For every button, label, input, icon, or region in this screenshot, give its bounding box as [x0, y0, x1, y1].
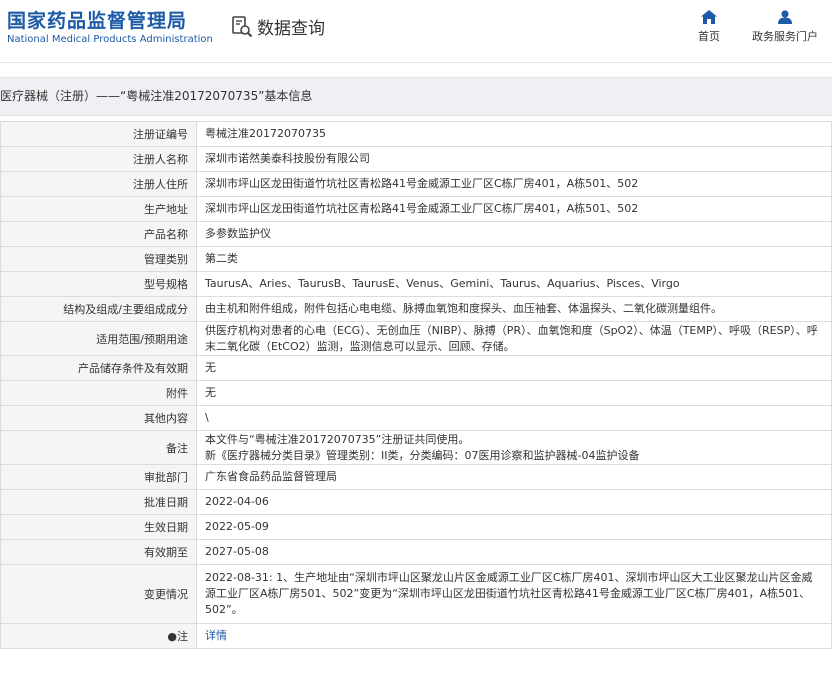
- row-label: 型号规格: [0, 271, 197, 297]
- row-label: 产品名称: [0, 221, 197, 247]
- row-label: 变更情况: [0, 564, 197, 624]
- table-row: 批准日期 2022-04-06: [0, 489, 832, 515]
- row-label: 生效日期: [0, 514, 197, 540]
- row-value: 本文件与“粤械注准20172070735”注册证共同使用。 新《医疗器械分类目录…: [196, 430, 832, 465]
- table-row: 注册证编号 粤械注准20172070735: [0, 121, 832, 147]
- table-row: ●注 详情: [0, 623, 832, 649]
- breadcrumb: 医疗器械（注册）——“粤械注准20172070735”基本信息: [0, 77, 832, 116]
- note-icon: ●: [167, 630, 177, 643]
- nav-service-label: 政务服务门户: [752, 30, 818, 43]
- nav-service-portal-link[interactable]: 政务服务门户: [750, 10, 820, 44]
- nav-home-label: 首页: [698, 30, 720, 43]
- data-query-area: 数据查询: [231, 14, 325, 39]
- row-value: 详情: [196, 623, 832, 649]
- row-value: TaurusA、Aries、TaurusB、TaurusE、Venus、Gemi…: [196, 271, 832, 297]
- row-label: 注册人住所: [0, 171, 197, 197]
- table-row: 其他内容 \: [0, 405, 832, 431]
- row-value: 多参数监护仪: [196, 221, 832, 247]
- row-value: \: [196, 405, 832, 431]
- table-row: 结构及组成/主要组成成分 由主机和附件组成，附件包括心电电缆、脉搏血氧饱和度探头…: [0, 296, 832, 322]
- row-value: 广东省食品药品监督管理局: [196, 464, 832, 490]
- table-row: 管理类别 第二类: [0, 246, 832, 272]
- table-row: 产品储存条件及有效期 无: [0, 355, 832, 381]
- row-value: 2022-08-31: 1、生产地址由“深圳市坪山区聚龙山片区金威源工业厂区C栋…: [196, 564, 832, 624]
- row-label: 注册证编号: [0, 121, 197, 147]
- details-link[interactable]: 详情: [205, 629, 227, 642]
- row-value: 深圳市坪山区龙田街道竹坑社区青松路41号金威源工业厂区C栋厂房401，A栋501…: [196, 196, 832, 222]
- row-value: 第二类: [196, 246, 832, 272]
- row-label: 产品储存条件及有效期: [0, 355, 197, 381]
- table-row: 产品名称 多参数监护仪: [0, 221, 832, 247]
- row-label: 适用范围/预期用途: [0, 321, 197, 356]
- row-value: 深圳市坪山区龙田街道竹坑社区青松路41号金威源工业厂区C栋厂房401，A栋501…: [196, 171, 832, 197]
- row-label: 附件: [0, 380, 197, 406]
- registration-info-table: 注册证编号 粤械注准20172070735 注册人名称 深圳市诺然美泰科技股份有…: [0, 121, 832, 649]
- table-row: 注册人住所 深圳市坪山区龙田街道竹坑社区青松路41号金威源工业厂区C栋厂房401…: [0, 171, 832, 197]
- logo-title-en[interactable]: National Medical Products Administration: [7, 34, 213, 45]
- row-value: 无: [196, 355, 832, 381]
- table-row: 注册人名称 深圳市诺然美泰科技股份有限公司: [0, 146, 832, 172]
- row-label: 生产地址: [0, 196, 197, 222]
- table-row: 变更情况 2022-08-31: 1、生产地址由“深圳市坪山区聚龙山片区金威源工…: [0, 564, 832, 624]
- logo-title-cn[interactable]: 国家药品监督管理局: [7, 6, 187, 33]
- user-icon: [750, 10, 820, 24]
- row-label: 结构及组成/主要组成成分: [0, 296, 197, 322]
- remark-line-1: 本文件与“粤械注准20172070735”注册证共同使用。: [205, 432, 470, 446]
- table-row: 附件 无: [0, 380, 832, 406]
- data-query-title: 数据查询: [257, 19, 325, 39]
- table-row: 适用范围/预期用途 供医疗机构对患者的心电（ECG）、无创血压（NIBP）、脉搏…: [0, 321, 832, 356]
- home-icon: [690, 10, 728, 24]
- nav-home-link[interactable]: 首页: [690, 10, 728, 44]
- row-value: 2022-04-06: [196, 489, 832, 515]
- table-row: 型号规格 TaurusA、Aries、TaurusB、TaurusE、Venus…: [0, 271, 832, 297]
- row-value: 供医疗机构对患者的心电（ECG）、无创血压（NIBP）、脉搏（PR）、血氧饱和度…: [196, 321, 832, 356]
- table-row: 备注 本文件与“粤械注准20172070735”注册证共同使用。 新《医疗器械分…: [0, 430, 832, 465]
- row-value: 无: [196, 380, 832, 406]
- site-header: 国家药品监督管理局 National Medical Products Admi…: [0, 0, 832, 62]
- row-label: 其他内容: [0, 405, 197, 431]
- row-label: ●注: [0, 623, 197, 649]
- row-value: 深圳市诺然美泰科技股份有限公司: [196, 146, 832, 172]
- table-row: 有效期至 2027-05-08: [0, 539, 832, 565]
- row-value: 粤械注准20172070735: [196, 121, 832, 147]
- table-row: 审批部门 广东省食品药品监督管理局: [0, 464, 832, 490]
- remark-line-2: 新《医疗器械分类目录》管理类别：II类，分类编码：07医用诊察和监护器械-04监…: [205, 448, 640, 462]
- note-label: 注: [177, 630, 188, 643]
- row-label: 批准日期: [0, 489, 197, 515]
- row-label: 管理类别: [0, 246, 197, 272]
- table-row: 生效日期 2022-05-09: [0, 514, 832, 540]
- header-divider: [0, 62, 832, 63]
- row-label: 注册人名称: [0, 146, 197, 172]
- row-value: 2027-05-08: [196, 539, 832, 565]
- row-value: 由主机和附件组成，附件包括心电电缆、脉搏血氧饱和度探头、血压袖套、体温探头、二氧…: [196, 296, 832, 322]
- row-value: 2022-05-09: [196, 514, 832, 540]
- data-search-icon: [231, 15, 253, 38]
- table-row: 生产地址 深圳市坪山区龙田街道竹坑社区青松路41号金威源工业厂区C栋厂房401，…: [0, 196, 832, 222]
- row-label: 备注: [0, 430, 197, 465]
- row-label: 审批部门: [0, 464, 197, 490]
- row-label: 有效期至: [0, 539, 197, 565]
